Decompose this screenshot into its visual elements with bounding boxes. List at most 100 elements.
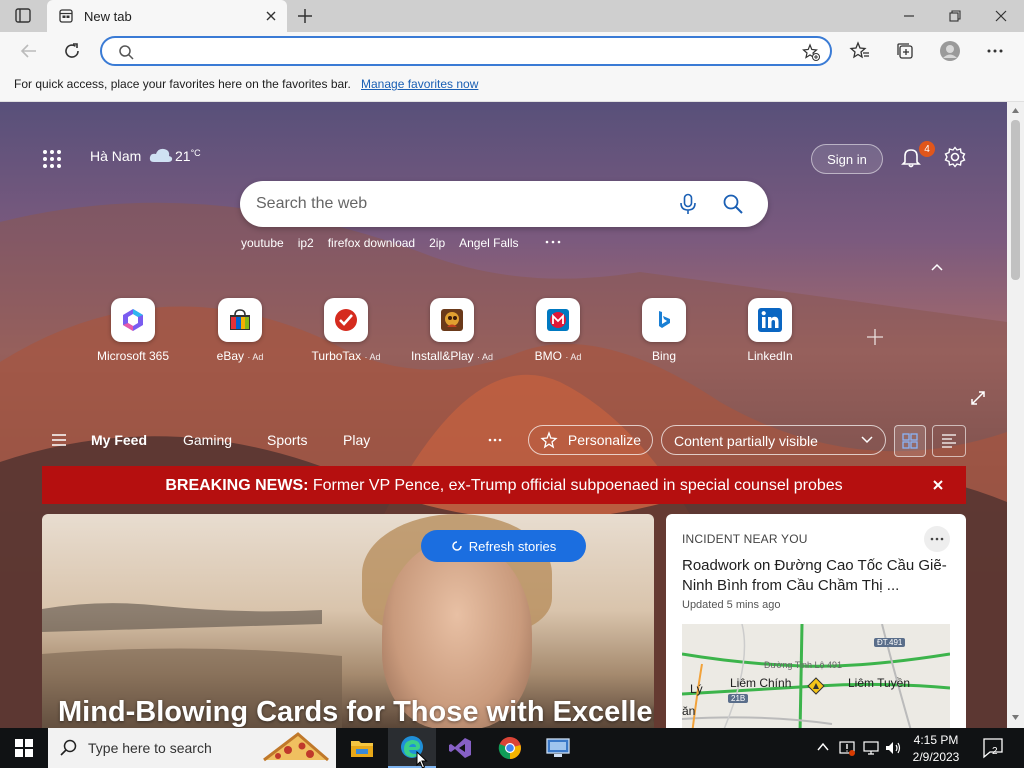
- quick-link-label: TurboTax · Ad: [311, 349, 381, 363]
- tab-actions-icon[interactable]: [12, 7, 36, 25]
- personalize-label: Personalize: [567, 432, 642, 448]
- volume-icon[interactable]: [884, 739, 902, 757]
- notification-count: 2: [992, 746, 998, 757]
- quick-link-ebay[interactable]: eBay · Ad: [187, 298, 293, 368]
- trending-search-item[interactable]: youtube: [241, 236, 284, 254]
- close-window-button[interactable]: [978, 0, 1024, 32]
- favorites-icon[interactable]: [849, 40, 871, 62]
- linkedin-icon: [748, 298, 792, 342]
- add-quick-link-icon[interactable]: [866, 328, 884, 346]
- gear-icon[interactable]: [944, 146, 966, 168]
- chevron-up-icon[interactable]: [816, 740, 830, 754]
- quick-link-label: eBay · Ad: [216, 349, 264, 363]
- breaking-news-headline: Former VP Pence, ex-Trump official subpo…: [308, 477, 843, 494]
- refresh-stories-button[interactable]: Refresh stories: [421, 530, 586, 562]
- chevron-up-icon[interactable]: [930, 262, 944, 272]
- weather-temperature[interactable]: 21°C: [175, 148, 201, 164]
- quick-link-microsoft-365[interactable]: Microsoft 365: [80, 298, 186, 368]
- file-explorer-taskbar-icon[interactable]: [338, 728, 386, 768]
- list-icon: [942, 434, 956, 448]
- expand-icon[interactable]: [970, 390, 986, 406]
- app-launcher-icon[interactable]: [42, 149, 62, 169]
- close-tab-icon[interactable]: [263, 8, 279, 24]
- address-bar[interactable]: [100, 36, 832, 66]
- scrollbar-thumb[interactable]: [1011, 120, 1020, 280]
- map-label: Lý: [690, 682, 703, 696]
- hero-story-title[interactable]: Mind-Blowing Cards for Those with Excell…: [58, 696, 654, 728]
- trending-searches: youtube ip2 firefox download 2ip Angel F…: [241, 236, 533, 254]
- web-search-box[interactable]: Search the web: [240, 181, 768, 227]
- more-options-icon[interactable]: [924, 526, 950, 552]
- notification-count-badge: 4: [919, 141, 935, 157]
- tab-play[interactable]: Play: [343, 432, 370, 448]
- incident-title[interactable]: Roadwork on Đường Cao Tốc Cầu Giẽ-Ninh B…: [682, 556, 954, 596]
- incident-marker-icon[interactable]: [807, 677, 825, 695]
- more-tabs-icon[interactable]: [488, 438, 502, 442]
- microphone-icon[interactable]: [678, 193, 698, 215]
- chrome-taskbar-icon[interactable]: [486, 728, 534, 768]
- tab-new-tab[interactable]: New tab: [47, 0, 287, 32]
- sign-in-button[interactable]: Sign in: [811, 144, 883, 174]
- clock-time[interactable]: 4:15 PM: [906, 733, 966, 747]
- hamburger-menu-icon[interactable]: [52, 434, 66, 446]
- breaking-news-banner[interactable]: BREAKING NEWS: Former VP Pence, ex-Trump…: [42, 466, 966, 504]
- refresh-stories-label: Refresh stories: [468, 538, 557, 554]
- manage-favorites-link[interactable]: Manage favorites now: [361, 77, 478, 91]
- more-trending-icon[interactable]: [544, 236, 562, 248]
- incident-card[interactable]: INCIDENT NEAR YOU Roadwork on Đường Cao …: [666, 514, 966, 728]
- quick-link-bmo[interactable]: BMO · Ad: [505, 298, 611, 368]
- favorites-bar: For quick access, place your favorites h…: [0, 70, 1024, 102]
- quick-link-install-play[interactable]: Install&Play · Ad: [399, 298, 505, 368]
- content-visibility-dropdown[interactable]: Content partially visible: [661, 425, 886, 455]
- new-tab-button[interactable]: [295, 6, 315, 26]
- search-icon: [60, 739, 78, 757]
- restore-button[interactable]: [932, 0, 978, 32]
- grid-view-button[interactable]: [894, 425, 926, 457]
- search-icon[interactable]: [722, 193, 744, 215]
- breaking-news-label: BREAKING NEWS:: [165, 477, 309, 494]
- quick-link-turbotax[interactable]: TurboTax · Ad: [293, 298, 399, 368]
- weather-location[interactable]: Hà Nam: [90, 148, 141, 164]
- quick-link-label: BMO · Ad: [534, 349, 582, 363]
- minimize-button[interactable]: [886, 0, 932, 32]
- refresh-icon[interactable]: [61, 40, 83, 62]
- tab-sports[interactable]: Sports: [267, 432, 307, 448]
- cloud-icon: [148, 146, 174, 164]
- back-icon[interactable]: [18, 40, 40, 62]
- tab-my-feed[interactable]: My Feed: [91, 432, 147, 448]
- network-icon[interactable]: [862, 739, 880, 757]
- incident-label: INCIDENT NEAR YOU: [682, 532, 808, 546]
- scroll-up-icon[interactable]: [1011, 106, 1020, 114]
- page-scrollbar[interactable]: [1007, 102, 1024, 728]
- start-button[interactable]: [0, 728, 48, 768]
- taskbar-search-box[interactable]: Type here to search: [48, 728, 336, 768]
- edge-taskbar-icon[interactable]: [388, 728, 436, 768]
- trending-search-item[interactable]: Angel Falls: [459, 236, 518, 254]
- remote-desktop-taskbar-icon[interactable]: [534, 728, 582, 768]
- trending-search-item[interactable]: firefox download: [328, 236, 415, 254]
- new-tab-icon: [59, 9, 73, 23]
- microsoft-365-icon: [111, 298, 155, 342]
- trending-search-item[interactable]: 2ip: [429, 236, 445, 254]
- tab-gaming[interactable]: Gaming: [183, 432, 232, 448]
- quick-link-bing[interactable]: Bing: [611, 298, 717, 368]
- quick-link-linkedin[interactable]: LinkedIn: [717, 298, 823, 368]
- clock-date[interactable]: 2/9/2023: [906, 750, 966, 764]
- personalize-button[interactable]: Personalize: [528, 425, 653, 455]
- settings-more-icon[interactable]: [984, 40, 1006, 62]
- turbotax-icon: [324, 298, 368, 342]
- list-view-button[interactable]: [932, 425, 966, 457]
- scroll-down-icon[interactable]: [1011, 714, 1020, 722]
- search-icon: [118, 44, 134, 60]
- collections-icon[interactable]: [894, 40, 916, 62]
- trending-search-item[interactable]: ip2: [298, 236, 314, 254]
- incident-map[interactable]: Liêm Chính Liêm Tuyền Lý ĐT.491 Đường Ti…: [682, 624, 950, 728]
- map-label: Liêm Chính: [730, 676, 792, 690]
- add-favorite-icon[interactable]: [802, 43, 820, 61]
- grid-icon: [902, 433, 918, 449]
- close-icon[interactable]: [932, 479, 944, 491]
- profile-avatar[interactable]: [939, 40, 961, 62]
- visual-studio-taskbar-icon[interactable]: [436, 728, 484, 768]
- map-road-label: Đường Tinh Lộ 491: [764, 660, 842, 670]
- security-warning-icon[interactable]: [838, 739, 856, 757]
